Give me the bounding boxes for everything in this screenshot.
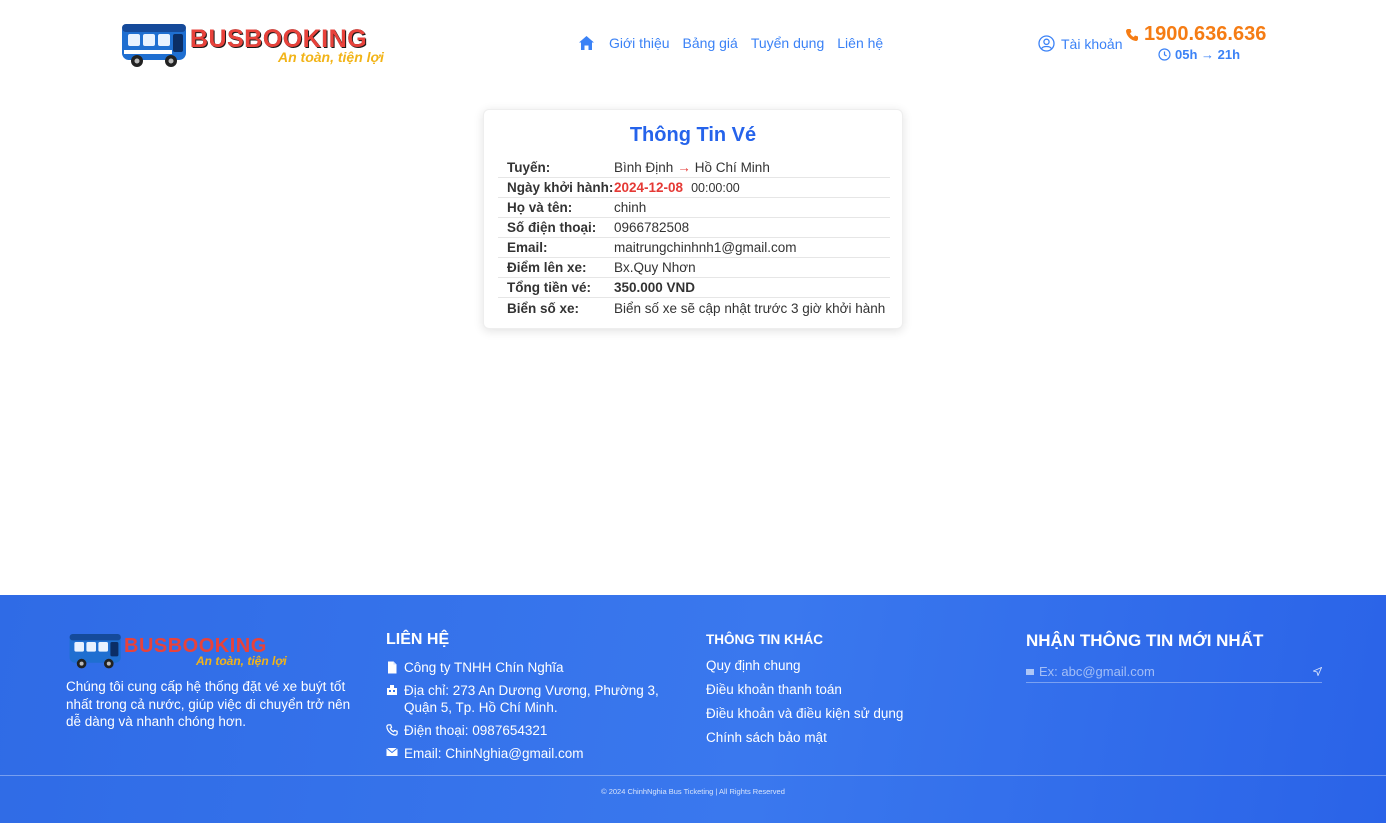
- pickup-value: Bx.Quy Nhơn: [614, 260, 696, 275]
- mail-small-icon: [1026, 668, 1034, 675]
- route-from: Bình Định: [614, 160, 674, 175]
- phone-text: Điện thoại: 0987654321: [404, 723, 548, 738]
- ticket-row-email: Email: maitrungchinhnh1@gmail.com: [498, 238, 890, 258]
- ticket-row-phone: Số điện thoại: 0966782508: [498, 218, 890, 238]
- home-icon[interactable]: [578, 34, 596, 52]
- route-label: Tuyến:: [507, 160, 551, 175]
- email-text: Email: ChinNghia@gmail.com: [404, 746, 584, 761]
- contact-phone[interactable]: Điện thoại: 0987654321: [386, 722, 686, 739]
- plate-value: Biển số xe sẽ cập nhật trước 3 giờ khởi …: [614, 300, 886, 316]
- nav-bang-gia[interactable]: Bảng giá: [683, 35, 738, 51]
- copyright: © 2024 ChinhNghia Bus Ticketing | All Ri…: [601, 787, 785, 796]
- nav-tuyen-dung[interactable]: Tuyển dụng: [751, 35, 824, 51]
- contact-address: Địa chỉ: 273 An Dương Vương, Phường 3, Q…: [386, 682, 686, 716]
- address-text: Địa chỉ: 273 An Dương Vương, Phường 3, Q…: [404, 683, 659, 715]
- hotline-number: 1900.636.636: [1144, 23, 1267, 45]
- link-dieu-khoan-thanh-toan[interactable]: Điều khoản thanh toán: [706, 681, 966, 698]
- route-arrow-icon: →: [677, 160, 691, 175]
- send-icon[interactable]: [1313, 667, 1322, 676]
- ticket-row-name: Họ và tên: chinh: [498, 198, 890, 218]
- phone-ring-icon: [386, 724, 398, 736]
- departure-time: 00:00:00: [691, 181, 740, 195]
- footer-divider: [0, 775, 1386, 776]
- footer-contact: LIÊN HỆ Công ty TNHH Chín Nghĩa Địa chỉ:…: [386, 631, 686, 768]
- bus-logo-icon: [69, 634, 121, 669]
- account-link[interactable]: Tài khoản: [1038, 35, 1122, 52]
- clock-icon: [1158, 48, 1171, 61]
- news-heading: NHẬN THÔNG TIN MỚI NHẤT: [1026, 631, 1264, 650]
- ticket-row-total: Tổng tiền vé: 350.000 VND: [498, 278, 890, 298]
- pickup-label: Điểm lên xe:: [507, 260, 587, 275]
- site-header: BUSBOOKING An toàn, tiện lợi Giới thiệu …: [0, 0, 1386, 88]
- site-footer: BUSBOOKING An toàn, tiện lợi Chúng tôi c…: [0, 595, 1386, 823]
- document-icon: [388, 661, 397, 674]
- ticket-row-plate: Biển số xe: Biển số xe sẽ cập nhật trước…: [498, 298, 890, 318]
- logo-slogan: An toàn, tiện lợi: [278, 49, 384, 65]
- total-value: 350.000 VND: [614, 280, 696, 295]
- nav-lien-he[interactable]: Liên hệ: [837, 35, 883, 51]
- contact-heading: LIÊN HỆ: [386, 631, 450, 648]
- contact-company: Công ty TNHH Chín Nghĩa: [386, 659, 686, 676]
- phone-label: Số điện thoại:: [507, 220, 597, 235]
- phone-value: 0966782508: [614, 220, 690, 235]
- nav-gioi-thieu[interactable]: Giới thiệu: [609, 35, 670, 51]
- name-value: chinh: [614, 200, 647, 215]
- link-quy-dinh-chung[interactable]: Quy định chung: [706, 657, 966, 674]
- phone-icon: [1126, 28, 1138, 41]
- footer-logo[interactable]: BUSBOOKING An toàn, tiện lợi: [68, 629, 288, 673]
- ticket-row-pickup: Điểm lên xe: Bx.Quy Nhơn: [498, 258, 890, 278]
- departure-date: 2024-12-08: [614, 180, 684, 195]
- email-label: Email:: [507, 240, 548, 255]
- user-circle-icon: [1038, 35, 1055, 52]
- total-label: Tổng tiền vé:: [507, 280, 591, 295]
- email-value: maitrungchinhnh1@gmail.com: [614, 240, 797, 255]
- main-nav: Giới thiệu Bảng giá Tuyển dụng Liên hệ: [578, 34, 883, 52]
- name-label: Họ và tên:: [507, 200, 573, 215]
- contact-email[interactable]: Email: ChinNghia@gmail.com: [386, 745, 686, 762]
- link-dieu-khoan-su-dung[interactable]: Điều khoản và điều kiện sử dụng: [706, 705, 966, 722]
- plate-label: Biển số xe:: [507, 300, 580, 316]
- other-heading: THÔNG TIN KHÁC: [706, 632, 823, 647]
- ticket-details: Tuyến: Bình Định → Hồ Chí Minh Ngày khởi h…: [498, 158, 890, 318]
- ticket-row-date: Ngày khởi hành: 2024-12-08 00:00:00: [498, 178, 890, 198]
- building-icon: [387, 685, 397, 695]
- route-to: Hồ Chí Minh: [694, 160, 770, 175]
- bus-logo-icon: [122, 24, 186, 67]
- company-name: Công ty TNHH Chín Nghĩa: [404, 660, 564, 675]
- footer-newsletter: NHẬN THÔNG TIN MỚI NHẤT: [1026, 631, 1322, 683]
- date-label: Ngày khởi hành:: [507, 180, 614, 195]
- ticket-title: Thông Tin Vé: [629, 124, 757, 146]
- footer-about: Chúng tôi cung cấp hệ thống đặt vé xe bu…: [66, 679, 351, 729]
- footer-other-info: THÔNG TIN KHÁC Quy định chung Điều khoản…: [706, 632, 966, 753]
- site-logo[interactable]: BUSBOOKING An toàn, tiện lợi: [120, 18, 392, 70]
- hotline[interactable]: 1900.636.636 05h → 21h: [1125, 23, 1275, 62]
- account-label: Tài khoản: [1061, 35, 1123, 52]
- newsletter-form: [1026, 661, 1322, 683]
- link-chinh-sach-bao-mat[interactable]: Chính sách bảo mật: [706, 729, 966, 746]
- newsletter-email-input[interactable]: [1039, 664, 1308, 679]
- working-hours: 05h → 21h: [1175, 47, 1241, 62]
- envelope-icon: [386, 747, 398, 756]
- footer-logo-slogan: An toàn, tiện lợi: [196, 654, 287, 668]
- ticket-row-route: Tuyến: Bình Định → Hồ Chí Minh: [498, 158, 890, 178]
- ticket-card: Thông Tin Vé Tuyến: Bình Định → Hồ Chí Min…: [483, 109, 903, 329]
